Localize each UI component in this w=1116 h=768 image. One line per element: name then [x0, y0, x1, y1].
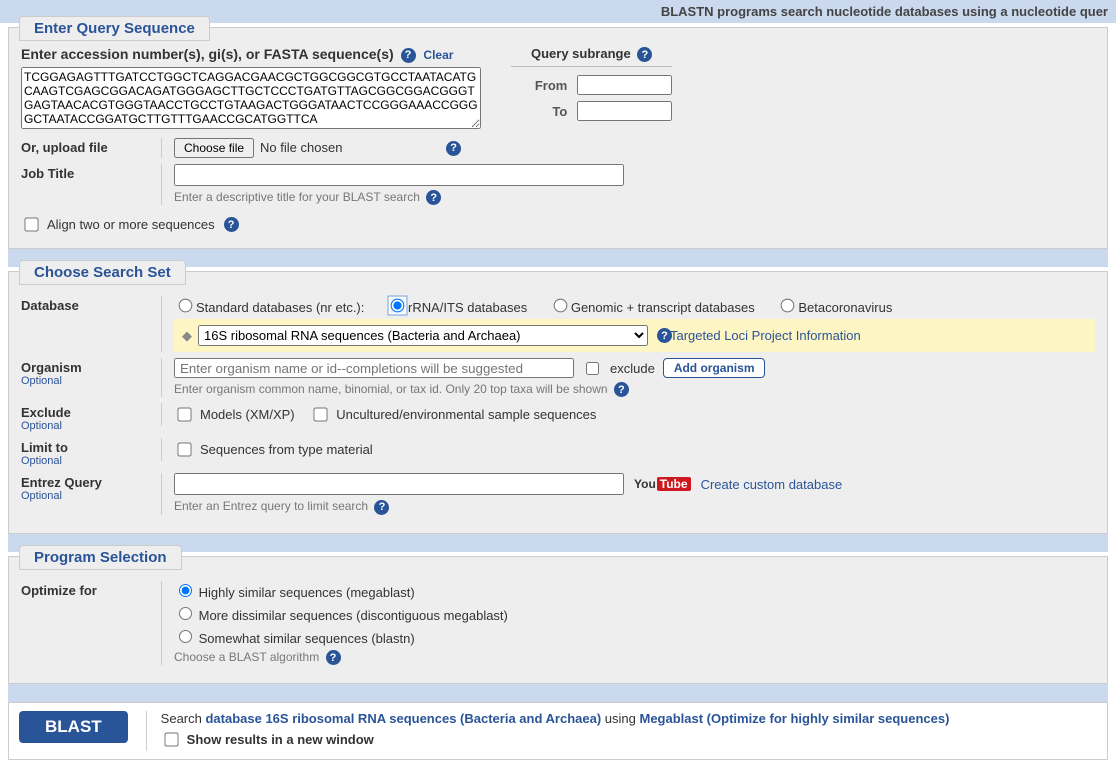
choose-file-button[interactable]: Choose file — [174, 138, 254, 158]
youtube-icon[interactable]: YouTube — [634, 477, 691, 491]
job-title-hint: Enter a descriptive title for your BLAST… — [174, 190, 420, 204]
db-radio-genomic-label: Genomic + transcript databases — [571, 300, 755, 315]
search-summary-db: database 16S ribosomal RNA sequences (Ba… — [205, 711, 601, 726]
section-header-program: Program Selection — [19, 545, 182, 570]
align-two-checkbox[interactable] — [24, 217, 38, 231]
limit-type-material-checkbox[interactable] — [177, 443, 191, 457]
prog-radio-disc-label: More dissimilar sequences (discontiguous… — [199, 608, 508, 623]
db-radio-genomic[interactable] — [554, 299, 568, 313]
optional-label: Optional — [21, 420, 161, 432]
subrange-title: Query subrange — [531, 46, 631, 61]
db-radio-standard-label: Standard databases (nr etc.): — [196, 300, 364, 315]
align-two-label: Align two or more sequences — [47, 217, 215, 232]
entrez-hint: Enter an Entrez query to limit search — [174, 499, 368, 513]
optional-label: Optional — [21, 375, 161, 387]
add-organism-button[interactable]: Add organism — [663, 358, 766, 378]
help-icon[interactable]: ? — [374, 500, 389, 515]
blast-button[interactable]: BLAST — [19, 711, 128, 743]
db-radio-rrna-label: rRNA/ITS databases — [408, 300, 527, 315]
show-new-window-checkbox[interactable] — [164, 732, 178, 746]
exclude-models-label: Models (XM/XP) — [200, 407, 295, 422]
help-icon[interactable]: ? — [614, 382, 629, 397]
algorithm-hint: Choose a BLAST algorithm — [174, 650, 319, 664]
to-label: To — [517, 104, 567, 119]
organism-label: Organism — [21, 360, 82, 375]
prog-radio-disc-megablast[interactable] — [179, 607, 192, 620]
help-icon[interactable]: ? — [326, 650, 341, 665]
optimize-for-label: Optimize for — [21, 581, 161, 598]
optional-label: Optional — [21, 490, 161, 502]
prog-radio-blastn-label: Somewhat similar sequences (blastn) — [199, 631, 415, 646]
submit-bar: BLAST Search database 16S ribosomal RNA … — [8, 702, 1108, 760]
optional-label: Optional — [21, 455, 161, 467]
enter-accession-label: Enter accession number(s), gi(s), or FAS… — [21, 46, 394, 62]
from-label: From — [517, 78, 567, 93]
upload-file-label: Or, upload file — [21, 138, 161, 155]
db-radio-standard[interactable] — [179, 299, 193, 313]
targeted-loci-link[interactable]: Targeted Loci Project Information — [670, 328, 861, 343]
create-custom-db-link[interactable]: Create custom database — [701, 477, 843, 492]
job-title-label: Job Title — [21, 164, 161, 181]
search-summary-using: using — [605, 711, 640, 726]
diamond-icon: ◆ — [182, 328, 192, 344]
search-summary-prefix: Search — [161, 711, 206, 726]
no-file-text: No file chosen — [260, 140, 342, 155]
section-header-search-set: Choose Search Set — [19, 260, 186, 285]
query-sequence-textarea[interactable]: TCGGAGAGTTTGATCCTGGCTCAGGACGAACGCTGGCGGC… — [21, 67, 481, 129]
divider-strip — [8, 684, 1108, 702]
job-title-input[interactable] — [174, 164, 624, 186]
clear-link[interactable]: Clear — [423, 48, 453, 62]
exclude-label: Exclude — [21, 405, 71, 420]
prog-radio-megablast[interactable] — [179, 584, 192, 597]
prog-radio-megablast-label: Highly similar sequences (megablast) — [199, 585, 415, 600]
exclude-organism-checkbox[interactable] — [586, 362, 599, 375]
help-icon[interactable]: ? — [446, 141, 461, 156]
query-subrange-panel: Query subrange ? From To — [511, 46, 672, 127]
limit-to-label: Limit to — [21, 440, 68, 455]
entrez-query-label: Entrez Query — [21, 475, 102, 490]
help-icon[interactable]: ? — [224, 217, 239, 232]
organism-input[interactable] — [174, 358, 574, 378]
help-icon[interactable]: ? — [426, 190, 441, 205]
organism-hint: Enter organism common name, binomial, or… — [174, 382, 608, 396]
db-radio-beta[interactable] — [781, 299, 795, 313]
exclude-models-checkbox[interactable] — [177, 408, 191, 422]
prog-radio-blastn[interactable] — [179, 630, 192, 643]
help-icon[interactable]: ? — [401, 48, 416, 63]
help-icon[interactable]: ? — [637, 47, 652, 62]
limit-type-material-label: Sequences from type material — [200, 442, 373, 457]
from-input[interactable] — [577, 75, 672, 95]
exclude-uncultured-checkbox[interactable] — [314, 408, 328, 422]
to-input[interactable] — [577, 101, 672, 121]
show-new-window-label: Show results in a new window — [187, 732, 374, 747]
db-radio-beta-label: Betacoronavirus — [798, 300, 892, 315]
entrez-query-input[interactable] — [174, 473, 624, 495]
db-radio-rrna[interactable] — [391, 299, 405, 313]
section-header-query: Enter Query Sequence — [19, 16, 210, 41]
exclude-uncultured-label: Uncultured/environmental sample sequence… — [336, 407, 596, 422]
database-select[interactable]: 16S ribosomal RNA sequences (Bacteria an… — [198, 325, 648, 346]
exclude-organism-label: exclude — [610, 361, 655, 376]
database-label: Database — [21, 296, 161, 313]
search-summary-algo: Megablast (Optimize for highly similar s… — [640, 711, 950, 726]
